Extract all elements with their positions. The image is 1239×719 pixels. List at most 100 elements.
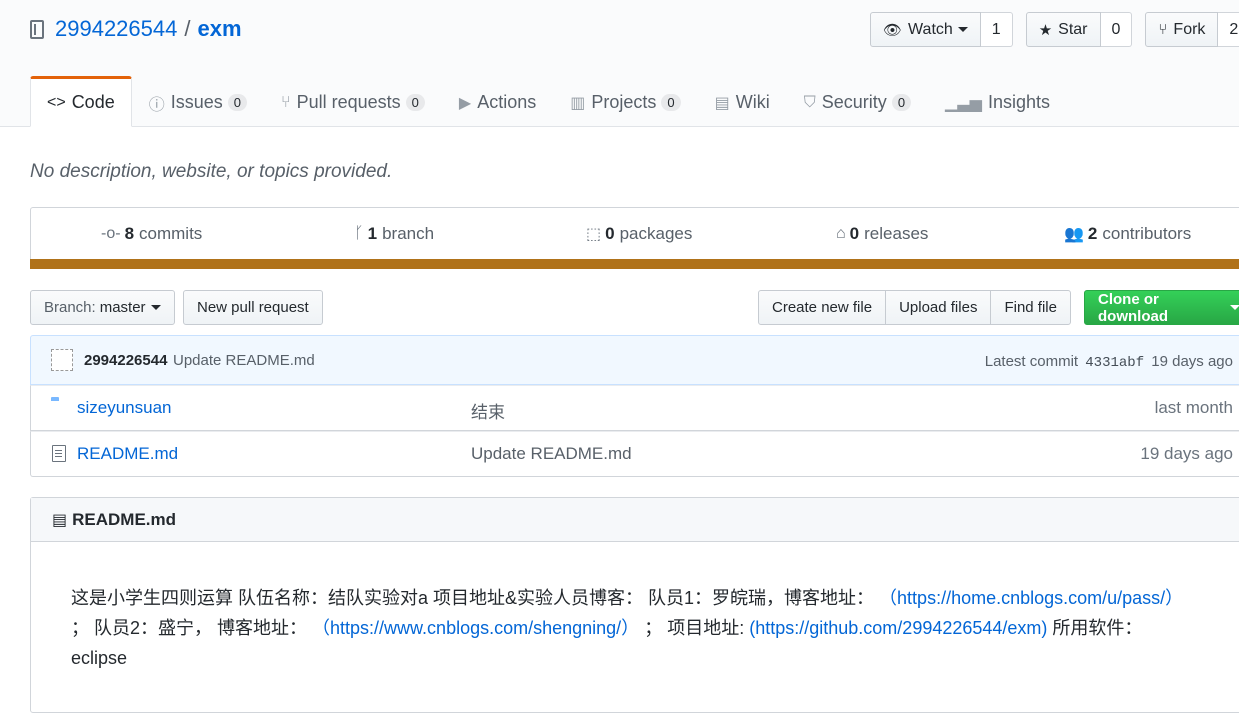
commit-age: 19 days ago [1151,353,1233,370]
contributors-link[interactable]: 👥 2 contributors [1064,224,1191,244]
language-bar [30,259,1239,269]
commit-sha-link[interactable]: 4331abf [1085,355,1144,371]
branch-prefix: Branch: [44,299,96,316]
chevron-down-icon [957,27,968,32]
readme-content: 这是小学生四则运算 队伍名称：结队实验对a 项目地址&实验人员博客： 队员1：罗… [71,583,1189,673]
clone-download-button[interactable]: Clone or download [1084,290,1239,325]
repo-title: 2994226544 / exm [30,16,242,42]
issue-icon: ⓘ [148,96,165,114]
commits-count: 8 [124,224,135,243]
tab-counter: 0 [405,94,425,111]
tab-pull-requests[interactable]: ⑂ Pull requests 0 [264,76,442,127]
repo-owner-link[interactable]: 2994226544 [55,16,177,42]
packages-count: 0 [605,224,615,243]
readme-link[interactable]: (https://github.com/2994226544/exm) [749,618,1047,638]
eye-icon: 👁 [883,21,903,39]
tab-label: Insights [987,92,1051,112]
tab-label: Code [71,92,115,112]
file-name-link[interactable]: README.md [77,444,178,464]
commits-link[interactable]: -o- 8 commits [101,224,202,244]
tab-projects[interactable]: ▥ Projects 0 [553,76,697,127]
pull-request-icon: ⑂ [281,93,291,111]
repo-actions: 👁 Watch 1 ★ Star 0 ⑂ Fork 2 [870,12,1239,47]
file-actions-group: Create new file Upload files Find file [758,290,1071,325]
releases-label: releases [864,224,929,243]
commits-label: commits [139,224,203,243]
file-commit-message[interactable]: 结束 [471,398,505,423]
star-icon: ★ [1038,21,1053,39]
commit-message-link[interactable]: Update README.md [173,352,315,369]
watch-button[interactable]: 👁 Watch [870,12,981,47]
watch-group: 👁 Watch 1 [870,12,1013,47]
table-row: README.md Update README.md 19 days ago [30,431,1239,477]
readme-text: ； 项目地址: [644,618,745,638]
new-pull-request-button[interactable]: New pull request [183,290,323,325]
star-button[interactable]: ★ Star [1025,12,1101,47]
tab-label: Security [821,92,887,112]
people-icon: 👥 [1064,226,1084,243]
branch-select-button[interactable]: Branch: master [30,290,175,325]
find-file-button[interactable]: Find file [990,290,1071,325]
clone-label: Clone or download [1098,290,1168,325]
repo-description: No description, website, or topics provi… [30,161,393,182]
readme-title: README.md [72,509,177,529]
tab-insights[interactable]: ▁▃▅ Insights [928,76,1067,127]
repo-title-separator: / [184,16,191,41]
branches-count: 1 [367,224,378,243]
commit-author-link[interactable]: 2994226544 [84,352,167,369]
tab-label: Issues [170,92,223,112]
shield-icon: ⛉ [803,93,816,111]
repo-name-link[interactable]: exm [197,16,241,42]
releases-count: 0 [849,224,860,243]
tab-counter: 0 [227,94,247,111]
readme-header: ▤ README.md [31,498,1239,542]
tab-wiki[interactable]: ▤ Wiki [698,76,787,127]
numbers-summary: -o- 8 commits ᚴ 1 branch ⬚ 0 packages ⌂ … [30,207,1239,269]
branch-icon: ᚴ [354,225,364,242]
upload-files-button[interactable]: Upload files [885,290,992,325]
repo-icon [30,19,44,39]
repo-header: 2994226544 / exm 👁 Watch 1 ★ Star 0 ⑂ Fo… [0,0,1239,127]
branches-link[interactable]: ᚴ 1 branch [354,224,434,244]
tab-counter: 0 [891,94,912,111]
file-age: 19 days ago [1140,444,1233,463]
play-icon: ▶ [458,94,472,112]
tab-label: Actions [477,92,537,112]
table-row: sizeyunsuan 结束 last month [30,385,1239,431]
file-commit-message[interactable]: Update README.md [471,444,632,464]
readme-link[interactable]: （https://www.cnblogs.com/shengning/） [312,618,639,638]
tab-label: Projects [591,92,657,112]
tab-label: Wiki [735,92,770,112]
tab-counter: 0 [661,94,681,111]
avatar[interactable] [51,349,73,371]
branches-label: branch [382,224,435,243]
package-icon: ⬚ [586,226,602,243]
star-count[interactable]: 0 [1100,12,1133,47]
fork-group: ⑂ Fork 2 [1145,12,1239,47]
tab-code[interactable]: <> Code [30,76,132,127]
book-icon: ▤ [714,94,730,112]
fork-button[interactable]: ⑂ Fork [1145,12,1219,47]
packages-link[interactable]: ⬚ 0 packages [586,224,692,244]
readme-box: ▤ README.md 这是小学生四则运算 队伍名称：结队实验对a 项目地址&实… [30,497,1239,713]
watch-count[interactable]: 1 [980,12,1013,47]
readme-text: ； 队员2：盛宁， 博客地址： [71,618,308,638]
latest-commit-prefix: Latest commit [984,353,1079,370]
branch-name: master [99,299,146,316]
readme-link[interactable]: （https://home.cnblogs.com/u/pass/） [879,588,1183,608]
tab-label: Pull requests [296,92,401,112]
packages-label: packages [619,224,693,243]
star-label: Star [1058,20,1088,38]
tab-security[interactable]: ⛉ Security 0 [787,76,928,127]
releases-link[interactable]: ⌂ 0 releases [836,224,928,244]
latest-commit-bar: 2994226544 Update README.md Latest commi… [30,335,1239,385]
fork-count[interactable]: 2 [1218,12,1239,47]
create-new-file-button[interactable]: Create new file [758,290,887,325]
contributors-label: contributors [1102,224,1192,243]
tab-actions[interactable]: ▶ Actions [442,76,553,127]
file-name-link[interactable]: sizeyunsuan [77,398,172,418]
tag-icon: ⌂ [836,225,846,242]
tab-issues[interactable]: ⓘ Issues 0 [132,76,264,127]
chevron-down-icon [150,305,161,310]
file-icon [52,445,66,462]
